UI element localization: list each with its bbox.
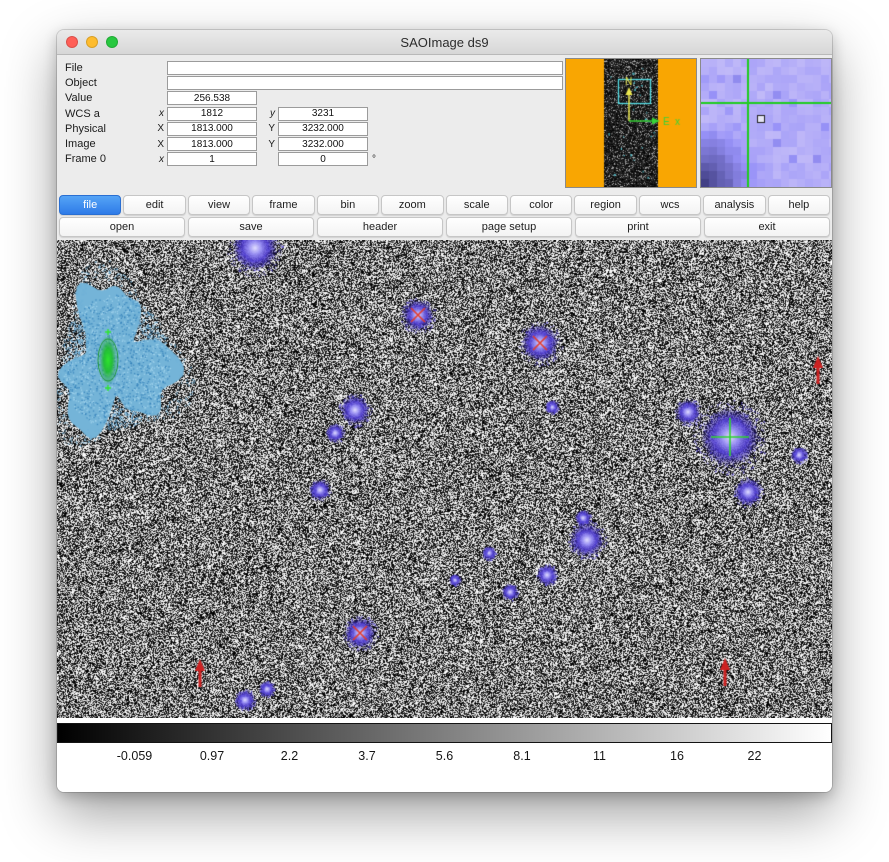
minimize-button[interactable] bbox=[86, 36, 98, 48]
title-bar[interactable]: SAOImage ds9 bbox=[57, 30, 832, 55]
menu-color[interactable]: color bbox=[510, 195, 572, 215]
magnifier-canvas[interactable] bbox=[700, 58, 832, 188]
menu-file[interactable]: file bbox=[59, 195, 121, 215]
menu-zoom[interactable]: zoom bbox=[381, 195, 443, 215]
frame-x-sublabel: x bbox=[151, 154, 167, 165]
object-row: Object bbox=[65, 75, 563, 90]
close-button[interactable] bbox=[66, 36, 78, 48]
colorbar-tick: 3.7 bbox=[358, 749, 375, 763]
object-field[interactable] bbox=[167, 76, 563, 90]
colorbar-tick: 16 bbox=[670, 749, 684, 763]
page-setup-button[interactable]: page setup bbox=[446, 217, 572, 237]
wcs-x-field[interactable] bbox=[167, 107, 257, 121]
frame-rotate-field[interactable] bbox=[278, 152, 368, 166]
file-label: File bbox=[65, 62, 151, 74]
window-title: SAOImage ds9 bbox=[57, 35, 832, 50]
menu-wcs[interactable]: wcs bbox=[639, 195, 701, 215]
save-button[interactable]: save bbox=[188, 217, 314, 237]
physical-y-field[interactable] bbox=[278, 122, 368, 136]
physical-row: Physical X Y bbox=[65, 121, 563, 136]
value-field[interactable] bbox=[167, 91, 257, 105]
wcs-label: WCS a bbox=[65, 108, 151, 120]
menu-region[interactable]: region bbox=[574, 195, 636, 215]
colorbar-tick: 2.2 bbox=[281, 749, 298, 763]
exit-button[interactable]: exit bbox=[704, 217, 830, 237]
image-area[interactable] bbox=[57, 240, 832, 718]
physical-y-sublabel: Y bbox=[262, 123, 278, 134]
file-field[interactable] bbox=[167, 61, 563, 75]
menu-view[interactable]: view bbox=[188, 195, 250, 215]
header-button[interactable]: header bbox=[317, 217, 443, 237]
colorbar-area: -0.059 0.97 2.2 3.7 5.6 8.1 11 16 22 bbox=[57, 718, 832, 792]
wcs-x-sublabel: x bbox=[151, 108, 167, 119]
wcs-row: WCS a x y bbox=[65, 106, 563, 121]
value-label: Value bbox=[65, 92, 151, 104]
value-row: Value bbox=[65, 91, 563, 106]
menu-frame[interactable]: frame bbox=[252, 195, 314, 215]
physical-x-sublabel: X bbox=[151, 123, 167, 134]
colorbar-ticks: -0.059 0.97 2.2 3.7 5.6 8.1 11 16 22 bbox=[57, 749, 832, 769]
info-grid: File Object Value WCS a x y bbox=[65, 60, 563, 167]
colorbar-tick: 22 bbox=[748, 749, 762, 763]
image-y-sublabel: Y bbox=[262, 139, 278, 150]
traffic-lights bbox=[66, 36, 118, 48]
toolbar: open save header page setup print exit bbox=[57, 216, 832, 240]
colorbar-tick: 5.6 bbox=[436, 749, 453, 763]
menu-analysis[interactable]: analysis bbox=[703, 195, 765, 215]
menu-help[interactable]: help bbox=[768, 195, 830, 215]
panner-canvas[interactable] bbox=[565, 58, 697, 188]
colorbar-tick: 0.97 bbox=[200, 749, 224, 763]
colorbar-tick: -0.059 bbox=[117, 749, 152, 763]
image-x-sublabel: X bbox=[151, 139, 167, 150]
zoom-button[interactable] bbox=[106, 36, 118, 48]
menu-bar: file edit view frame bin zoom scale colo… bbox=[57, 193, 832, 216]
physical-label: Physical bbox=[65, 123, 151, 135]
file-row: File bbox=[65, 60, 563, 75]
colorbar-tick: 8.1 bbox=[513, 749, 530, 763]
frame-row: Frame 0 x ° bbox=[65, 152, 563, 167]
degree-symbol: ° bbox=[372, 154, 376, 165]
image-canvas[interactable] bbox=[57, 240, 832, 718]
frame-label: Frame 0 bbox=[65, 153, 151, 165]
object-label: Object bbox=[65, 77, 151, 89]
image-row: Image X Y bbox=[65, 136, 563, 151]
image-label: Image bbox=[65, 138, 151, 150]
wcs-y-field[interactable] bbox=[278, 107, 368, 121]
menu-scale[interactable]: scale bbox=[446, 195, 508, 215]
info-panel: File Object Value WCS a x y bbox=[57, 55, 832, 193]
physical-x-field[interactable] bbox=[167, 122, 257, 136]
wcs-y-sublabel: y bbox=[262, 108, 278, 119]
colorbar[interactable] bbox=[57, 723, 832, 743]
colorbar-tick: 11 bbox=[593, 749, 606, 763]
open-button[interactable]: open bbox=[59, 217, 185, 237]
frame-zoom-field[interactable] bbox=[167, 152, 257, 166]
image-x-field[interactable] bbox=[167, 137, 257, 151]
ds9-window: SAOImage ds9 File Object Value WCS a x bbox=[57, 30, 832, 792]
menu-bin[interactable]: bin bbox=[317, 195, 379, 215]
menu-edit[interactable]: edit bbox=[123, 195, 185, 215]
image-y-field[interactable] bbox=[278, 137, 368, 151]
print-button[interactable]: print bbox=[575, 217, 701, 237]
